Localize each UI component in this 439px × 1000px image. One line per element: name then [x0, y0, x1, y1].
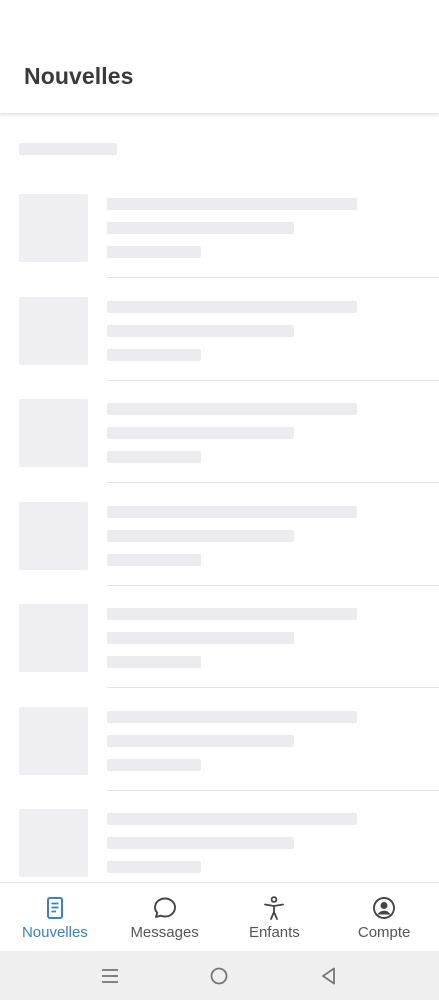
system-navigation-bar — [0, 951, 439, 1000]
news-item-placeholder — [0, 194, 439, 296]
subtitle-line-placeholder — [107, 324, 294, 337]
row-divider — [107, 584, 439, 586]
news-item-placeholder — [0, 399, 439, 501]
title-line-placeholder — [107, 300, 357, 313]
nav-label-nouvelles: Nouvelles — [21, 924, 88, 941]
news-item-placeholder — [0, 501, 439, 604]
subtitle-line-placeholder — [107, 632, 294, 644]
bottom-navigation: Nouvelles Messages Enfants Compte — [0, 882, 439, 951]
recent-apps-icon[interactable] — [99, 965, 121, 987]
news-item-placeholder — [0, 706, 439, 809]
home-icon[interactable] — [208, 965, 230, 987]
title-line-placeholder — [107, 403, 357, 415]
section-header-placeholder — [19, 143, 117, 155]
meta-line-placeholder — [107, 553, 201, 566]
nav-label-enfants: Enfants — [248, 924, 300, 941]
thumbnail-placeholder — [19, 706, 88, 775]
subtitle-line-placeholder — [107, 427, 294, 439]
title-line-placeholder — [107, 813, 357, 825]
app-header: Nouvelles — [0, 0, 439, 113]
meta-line-placeholder — [107, 451, 201, 463]
title-line-placeholder — [107, 710, 357, 723]
subtitle-line-placeholder — [107, 529, 294, 542]
meta-line-placeholder — [107, 246, 201, 258]
nav-item-compte[interactable]: Compte — [329, 883, 439, 951]
thumbnail-placeholder — [19, 296, 88, 365]
news-item-placeholder — [0, 604, 439, 706]
title-line-placeholder — [107, 198, 357, 210]
title-line-placeholder — [107, 608, 357, 620]
row-divider — [107, 379, 439, 381]
meta-line-placeholder — [107, 348, 201, 361]
row-divider — [107, 687, 439, 688]
row-divider — [107, 482, 439, 483]
news-item-placeholder — [0, 296, 439, 399]
nav-label-compte: Compte — [357, 924, 411, 941]
nav-item-nouvelles[interactable]: Nouvelles — [0, 883, 110, 951]
subtitle-line-placeholder — [107, 837, 294, 849]
thumbnail-placeholder — [19, 399, 88, 467]
back-icon[interactable] — [318, 965, 340, 987]
thumbnail-placeholder — [19, 501, 88, 570]
news-item-placeholder — [0, 809, 439, 882]
nav-item-messages[interactable]: Messages — [110, 883, 220, 951]
thumbnail-placeholder — [19, 194, 88, 262]
nav-item-enfants[interactable]: Enfants — [220, 883, 330, 951]
row-divider — [107, 277, 439, 278]
thumbnail-placeholder — [19, 604, 88, 672]
title-line-placeholder — [107, 505, 357, 518]
app-screen: Nouvelles Nouvelles Messages Enfants Com… — [0, 0, 439, 1000]
meta-line-placeholder — [107, 656, 201, 668]
nav-label-messages: Messages — [130, 924, 199, 941]
meta-line-placeholder — [107, 758, 201, 771]
row-divider — [107, 789, 439, 791]
subtitle-line-placeholder — [107, 734, 294, 747]
thumbnail-placeholder — [19, 809, 88, 877]
news-feed — [0, 113, 439, 882]
subtitle-line-placeholder — [107, 222, 294, 234]
page-title: Nouvelles — [24, 63, 134, 89]
meta-line-placeholder — [107, 861, 201, 873]
chat-bubble-icon — [153, 897, 176, 918]
account-circle-icon — [373, 897, 396, 919]
newspaper-icon — [46, 897, 63, 919]
accessibility-person-icon — [264, 896, 285, 920]
